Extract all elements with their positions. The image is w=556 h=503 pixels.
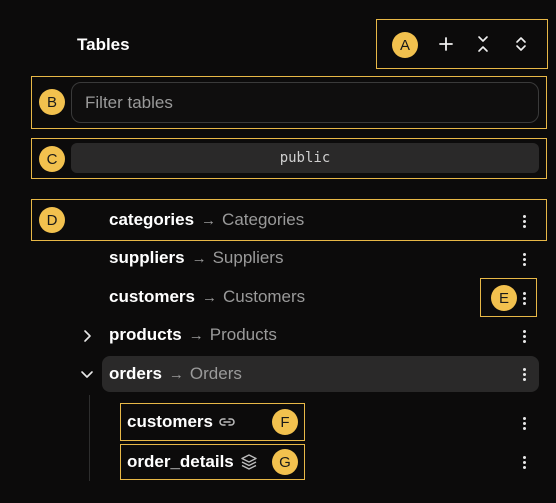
arrow-icon: →: [168, 365, 184, 383]
table-row-categories[interactable]: categories → Categories: [109, 202, 304, 238]
callout-f: F: [272, 409, 298, 435]
table-name: customers: [109, 287, 195, 306]
arrow-icon: →: [201, 211, 217, 229]
table-alias: Orders: [189, 364, 242, 383]
arrow-icon: →: [201, 288, 217, 306]
relation-name: order_details: [127, 452, 234, 471]
chevron-down-icon[interactable]: [80, 367, 94, 381]
add-table-button[interactable]: [434, 32, 458, 56]
collapse-icon: [478, 36, 488, 52]
more-options-button[interactable]: [517, 362, 531, 386]
table-row-orders[interactable]: orders → Orders: [109, 356, 242, 392]
more-options-button[interactable]: [517, 450, 531, 474]
expand-all-button[interactable]: [509, 32, 533, 56]
arrow-icon: →: [191, 249, 207, 267]
link-icon: [219, 418, 235, 426]
callout-g: G: [272, 449, 298, 475]
panel-title: Tables: [77, 35, 130, 54]
child-row-customers[interactable]: customers: [127, 404, 236, 440]
tree-connector: [89, 395, 90, 481]
more-options-button[interactable]: [517, 411, 531, 435]
table-alias: Suppliers: [212, 248, 284, 267]
callout-b: B: [39, 89, 65, 115]
more-options-button[interactable]: [517, 324, 531, 348]
callout-c: C: [39, 146, 65, 172]
layers-icon: [241, 454, 257, 470]
table-alias: Products: [209, 325, 277, 344]
callout-e: E: [491, 285, 517, 311]
more-options-button[interactable]: [517, 209, 531, 233]
table-row-suppliers[interactable]: suppliers → Suppliers: [109, 240, 283, 276]
collapse-all-button[interactable]: [471, 32, 495, 56]
table-name: categories: [109, 210, 195, 229]
table-name: orders: [109, 364, 162, 383]
chevron-right-icon[interactable]: [80, 329, 94, 343]
arrow-icon: →: [188, 326, 204, 344]
more-options-button[interactable]: [517, 247, 531, 271]
table-alias: Customers: [222, 287, 306, 306]
more-options-button[interactable]: [517, 286, 531, 310]
plus-icon: [439, 37, 453, 51]
child-row-order-details[interactable]: order_details: [127, 444, 258, 480]
relation-name: customers: [127, 412, 213, 431]
table-name: products: [109, 325, 182, 344]
callout-d: D: [39, 207, 65, 233]
schema-selector[interactable]: public: [71, 143, 539, 173]
filter-tables-input[interactable]: Filter tables: [71, 82, 539, 123]
table-row-products[interactable]: products → Products: [109, 317, 277, 353]
table-row-customers[interactable]: customers → Customers: [109, 279, 305, 315]
expand-icon: [516, 37, 526, 51]
callout-a: A: [392, 32, 418, 58]
table-name: suppliers: [109, 248, 185, 267]
table-alias: Categories: [222, 210, 305, 229]
